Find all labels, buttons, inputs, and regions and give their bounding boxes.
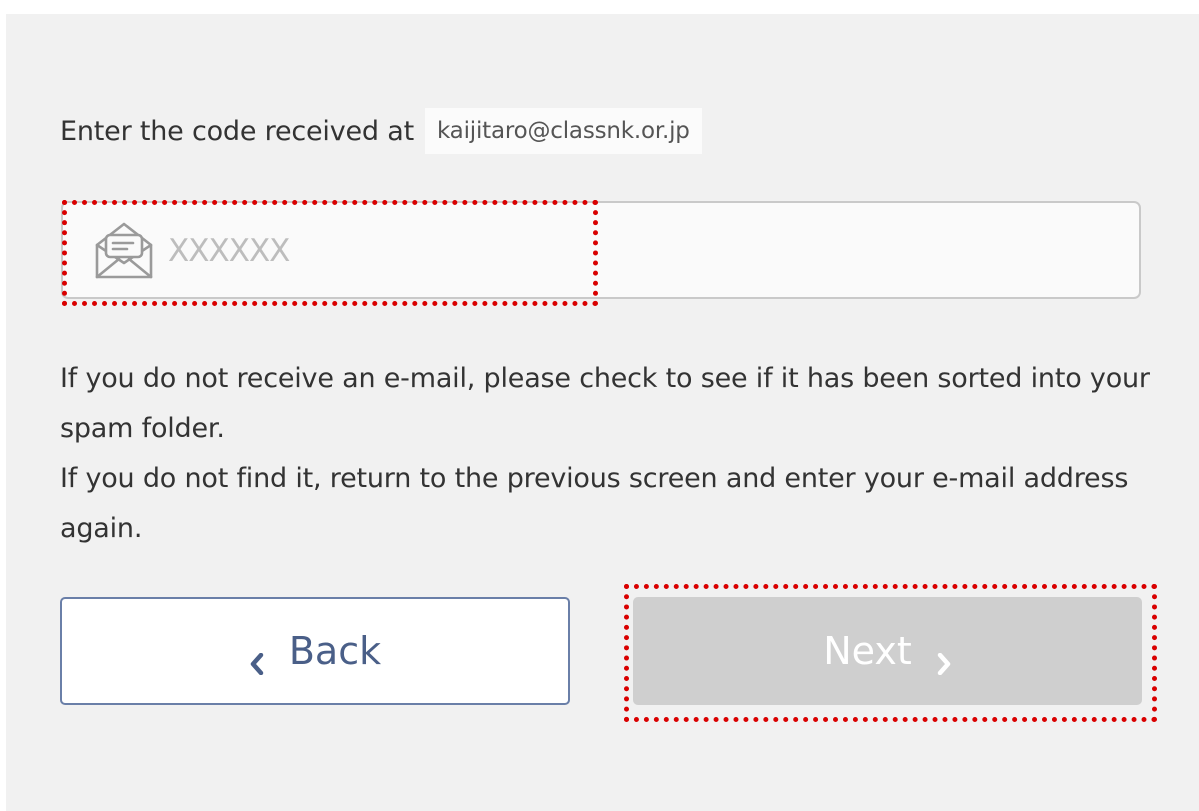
envelope-icon: [91, 217, 157, 283]
help-spam-text: If you do not receive an e-mail, please …: [60, 363, 1150, 444]
chevron-right-icon: [936, 640, 952, 676]
verification-code-field[interactable]: [61, 201, 1141, 299]
help-retry-text: If you do not find it, return to the pre…: [60, 463, 1129, 544]
prompt-text: Enter the code received at: [60, 115, 414, 147]
back-button[interactable]: Back: [60, 597, 570, 705]
help-text: If you do not receive an e-mail, please …: [60, 354, 1150, 554]
next-button-label: Next: [823, 629, 912, 673]
chevron-left-icon: [249, 640, 265, 676]
verification-code-input[interactable]: [168, 221, 1108, 281]
email-address: kaijitaro@classnk.or.jp: [424, 108, 702, 154]
back-button-label: Back: [288, 629, 382, 673]
code-prompt: Enter the code received at kaijitaro@cla…: [60, 108, 702, 154]
next-button[interactable]: Next: [633, 597, 1142, 705]
